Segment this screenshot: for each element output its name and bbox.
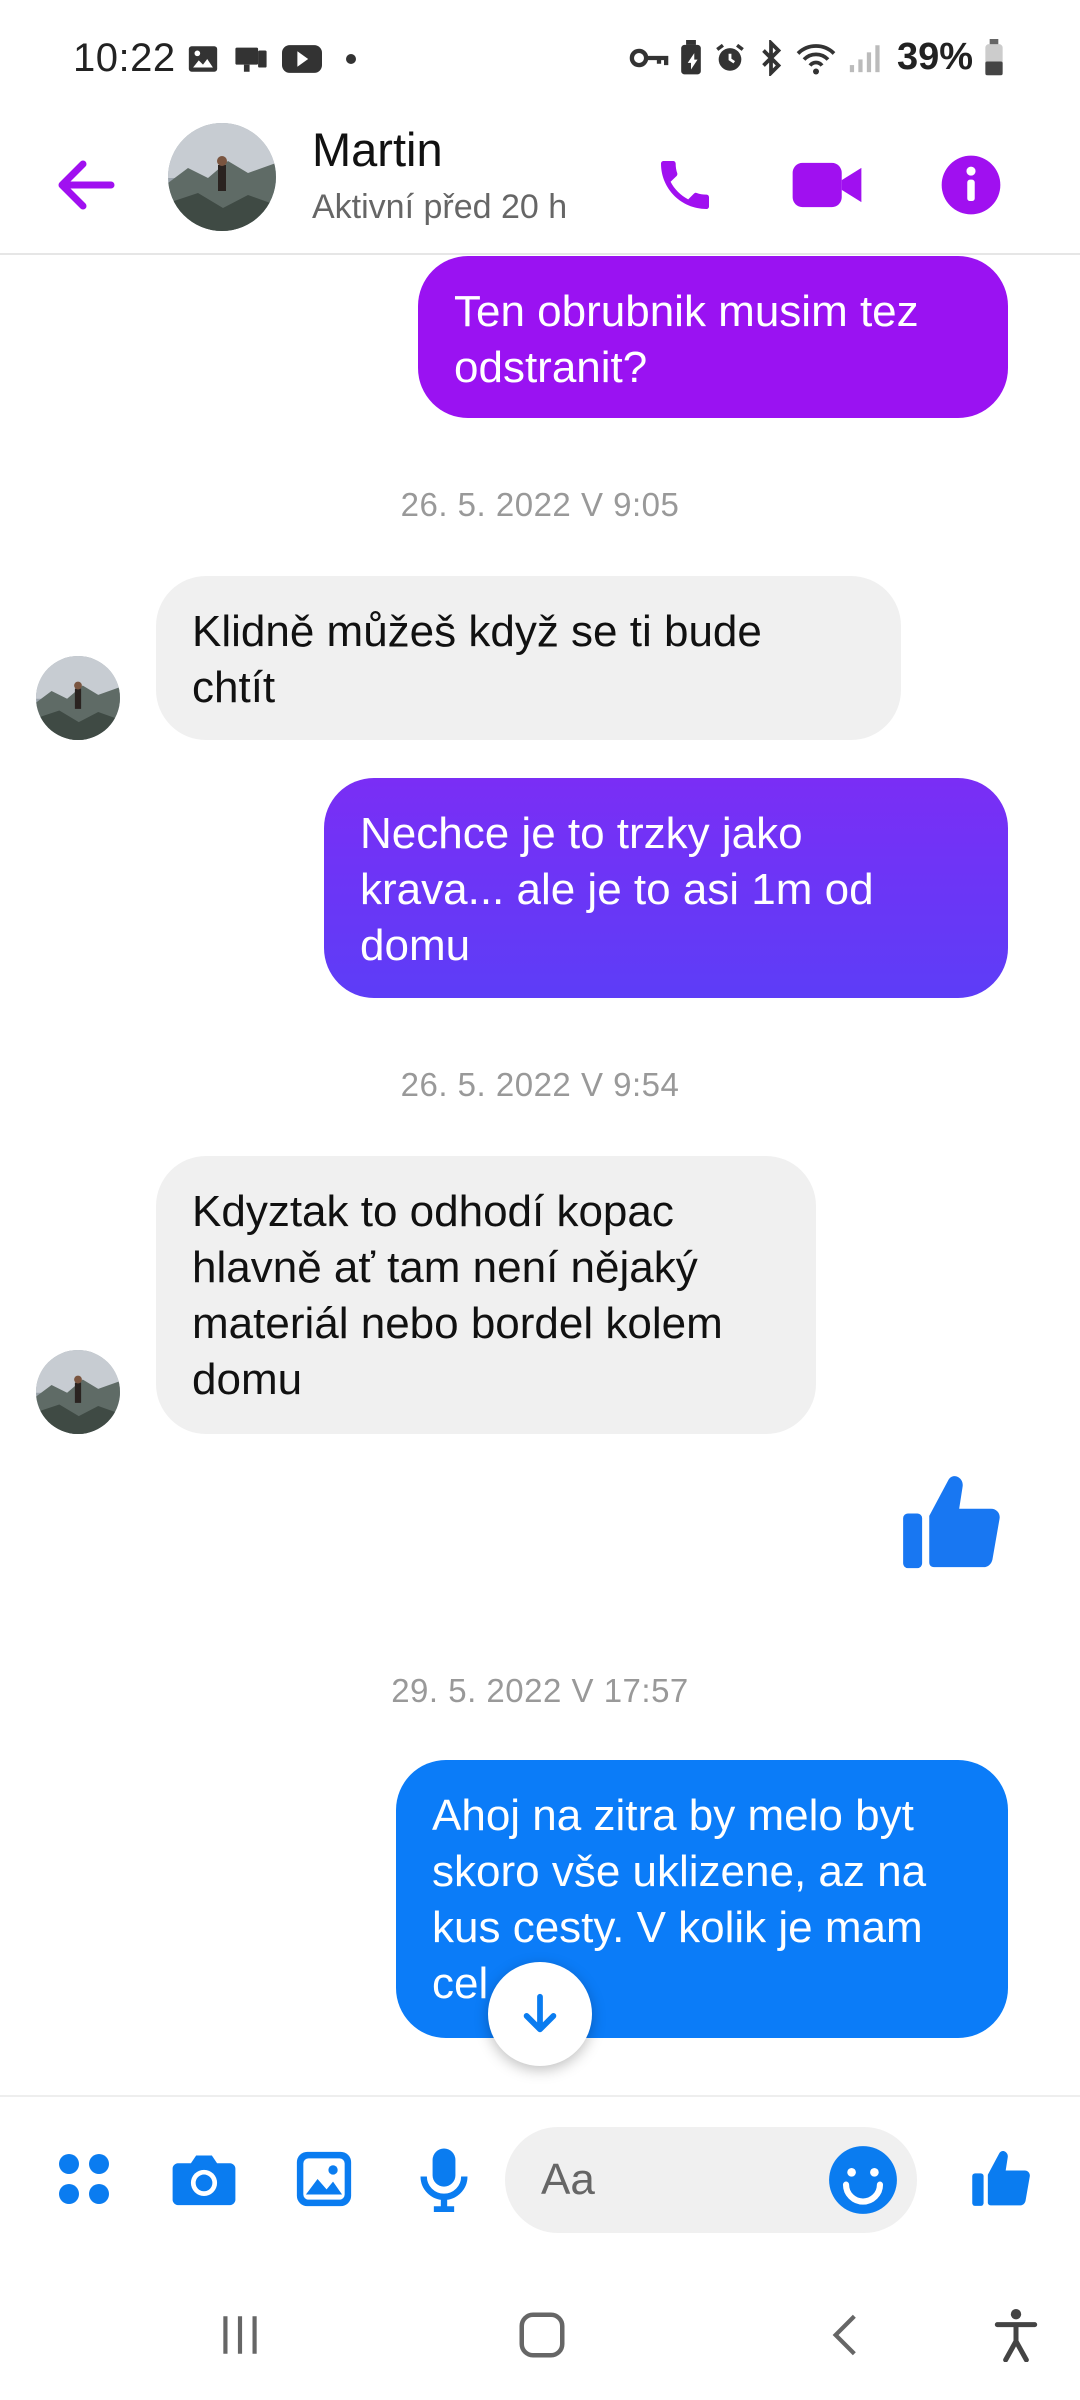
contact-avatar[interactable] <box>168 123 276 231</box>
contact-status: Aktivní před 20 h <box>312 188 568 226</box>
home-button[interactable] <box>502 2295 582 2375</box>
like-reaction-message[interactable] <box>896 1466 1010 1580</box>
contact-avatar-small[interactable] <box>36 656 120 740</box>
phone-icon <box>661 161 709 209</box>
battery-saver-icon <box>681 39 701 74</box>
image-gallery-icon <box>296 2151 352 2207</box>
timestamp-1: 26. 5. 2022 V 9:05 <box>400 486 680 523</box>
system-back-button[interactable] <box>806 2295 886 2375</box>
avatar-photo <box>168 123 276 231</box>
message-composer <box>0 2095 1080 2260</box>
bluetooth-icon <box>762 39 782 76</box>
avatar-photo <box>36 1350 120 1434</box>
back-button[interactable] <box>50 150 120 220</box>
thumbs-up-icon <box>972 2151 1030 2206</box>
battery-charging-icon <box>985 38 1003 75</box>
gallery-button[interactable] <box>284 2139 364 2219</box>
smiley-icon <box>829 2146 897 2214</box>
voice-call-button[interactable] <box>640 140 730 230</box>
contact-name[interactable]: Martin <box>312 122 443 177</box>
recent-apps-button[interactable] <box>200 2295 280 2375</box>
arrow-down-icon <box>523 1993 557 2033</box>
accessibility-icon <box>994 2309 1038 2362</box>
four-dots-menu-icon <box>59 2154 109 2204</box>
status-notification-icons <box>186 42 356 76</box>
device-notification-icon <box>235 47 267 72</box>
timestamp-2: 26. 5. 2022 V 9:54 <box>400 1066 680 1103</box>
contact-avatar-small[interactable] <box>36 1350 120 1434</box>
thumbs-up-icon <box>903 1476 1000 1569</box>
microphone-icon <box>420 2148 468 2212</box>
scroll-to-bottom-button[interactable] <box>488 1962 592 2066</box>
emoji-button[interactable] <box>826 2143 900 2217</box>
messenger-chat-screen: 10:22 39% Martin Aktivní před 20 h Ten o… <box>0 0 1080 2400</box>
video-call-button[interactable] <box>782 140 872 230</box>
message-outgoing-2[interactable]: Nechce je to trzky jako krava... ale je … <box>324 778 1008 998</box>
status-bar: 10:22 39% <box>0 0 1080 120</box>
conversation-info-button[interactable] <box>926 140 1016 230</box>
chevron-left-icon <box>832 2314 856 2356</box>
system-navigation-bar <box>0 2260 1080 2400</box>
youtube-notification-icon <box>282 45 322 73</box>
camera-icon <box>172 2155 236 2206</box>
home-square-icon <box>519 2312 565 2358</box>
send-like-button[interactable] <box>962 2139 1042 2219</box>
arrow-left-icon <box>58 160 115 210</box>
voice-message-button[interactable] <box>404 2139 484 2219</box>
message-outgoing-1[interactable]: Ten obrubnik musim tez odstranit? <box>418 256 1008 418</box>
message-incoming-2[interactable]: Kdyztak to odhodí kopac hlavně ať tam ne… <box>156 1156 816 1434</box>
camera-button[interactable] <box>164 2139 244 2219</box>
avatar-photo <box>36 656 120 740</box>
vpn-key-icon <box>629 48 669 67</box>
status-system-icons: 39% <box>629 36 1005 79</box>
more-actions-button[interactable] <box>44 2139 124 2219</box>
status-time: 10:22 <box>73 36 176 80</box>
info-icon <box>941 155 1001 215</box>
more-notifications-dot <box>346 54 356 64</box>
accessibility-button[interactable] <box>976 2295 1056 2375</box>
recent-apps-icon <box>223 2316 257 2354</box>
wifi-icon <box>796 43 836 74</box>
message-outgoing-3[interactable]: Ahoj na zitra by melo byt skoro vše ukli… <box>396 1760 1008 2038</box>
battery-percentage: 39% <box>896 36 973 78</box>
cell-signal-icon <box>849 44 880 72</box>
timestamp-3: 29. 5. 2022 V 17:57 <box>391 1672 689 1709</box>
video-camera-icon <box>792 162 862 208</box>
chat-header: Martin Aktivní před 20 h <box>0 120 1080 255</box>
alarm-icon <box>716 43 744 71</box>
message-incoming-1[interactable]: Klidně můžeš když se ti bude chtít <box>156 576 901 740</box>
gallery-notification-icon <box>188 46 218 72</box>
